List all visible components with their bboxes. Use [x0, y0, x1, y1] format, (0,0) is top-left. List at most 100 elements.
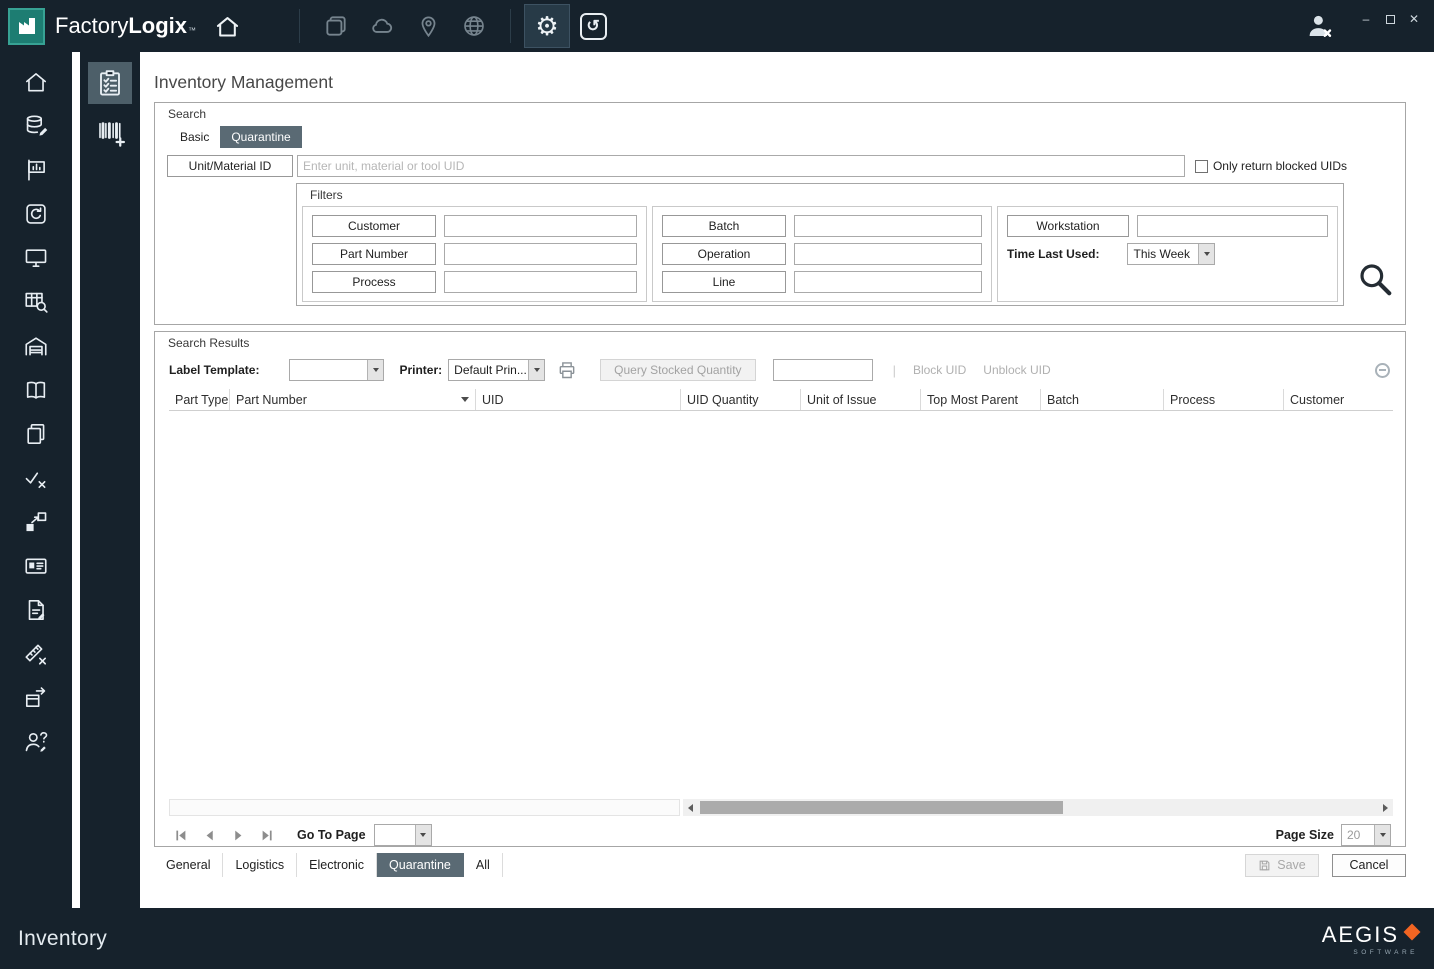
filter-customer-input[interactable] [444, 215, 637, 237]
close-button[interactable]: ✕ [1404, 10, 1424, 28]
label-template-label: Label Template: [169, 363, 260, 377]
sidebar-item-production[interactable] [21, 156, 51, 184]
remove-icon[interactable] [1375, 362, 1390, 378]
filter-operation-button[interactable]: Operation [662, 243, 786, 265]
globe-button[interactable] [451, 4, 497, 48]
sidebar-item-id-card[interactable] [21, 552, 51, 580]
filter-line-button[interactable]: Line [662, 271, 786, 293]
user-logout-button[interactable] [1304, 11, 1334, 41]
print-label-button[interactable] [557, 360, 577, 380]
scroll-right-button[interactable] [1378, 799, 1393, 816]
copy-icon [27, 423, 45, 445]
sidebar-item-user-support[interactable] [21, 728, 51, 756]
filter-part-number-button[interactable]: Part Number [312, 243, 436, 265]
filter-customer-button[interactable]: Customer [312, 215, 436, 237]
filter-process-button[interactable]: Process [312, 271, 436, 293]
sidebar-item-copy[interactable] [21, 420, 51, 448]
block-uid-button[interactable]: Block UID [913, 363, 966, 377]
go-to-page-combobox[interactable] [373, 824, 432, 846]
column-header-customer[interactable]: Customer [1284, 389, 1393, 410]
label-template-combobox[interactable] [289, 359, 385, 381]
unit-search-row: Unit/Material ID Only return blocked UID… [167, 155, 1347, 177]
filter-batch-input[interactable] [794, 215, 982, 237]
filter-batch-button[interactable]: Batch [662, 215, 786, 237]
first-page-button[interactable] [169, 827, 191, 843]
time-last-used-combobox[interactable]: This Week [1127, 243, 1216, 265]
sidebar-item-shipping[interactable] [21, 684, 51, 712]
column-header-unit-of-issue[interactable]: Unit of Issue [801, 389, 921, 410]
minimize-button[interactable]: – [1356, 10, 1376, 28]
query-stocked-quantity-button[interactable]: Query Stocked Quantity [600, 359, 756, 381]
location-button[interactable] [405, 4, 451, 48]
column-header-batch[interactable]: Batch [1041, 389, 1164, 410]
page-size-value: 20 [1347, 828, 1361, 842]
sidebar-item-materials[interactable] [21, 112, 51, 140]
search-groupbox-title: Search [168, 107, 207, 121]
tab-electronic[interactable]: Electronic [297, 853, 378, 877]
tab-all[interactable]: All [464, 853, 503, 877]
last-page-button[interactable] [256, 827, 278, 843]
printer-combobox[interactable]: Default Prin... [448, 359, 546, 381]
page-size-group: Page Size 20 [1276, 824, 1391, 846]
unblock-uid-button[interactable]: Unblock UID [983, 363, 1050, 377]
column-header-uid[interactable]: UID [476, 389, 681, 410]
next-page-button[interactable] [227, 827, 249, 843]
scrollbar-thumb[interactable] [700, 801, 1063, 814]
cancel-button[interactable]: Cancel [1332, 853, 1406, 877]
column-header-process[interactable]: Process [1164, 389, 1284, 410]
column-header-uid-quantity[interactable]: UID Quantity [681, 389, 801, 410]
filter-workstation-button[interactable]: Workstation [1007, 215, 1129, 237]
filters-row: Filters Customer Part Number Process Bat… [296, 183, 1405, 306]
combo-arrow-button[interactable] [1198, 244, 1215, 264]
scroll-left-button[interactable] [683, 799, 698, 816]
combo-arrow-button[interactable] [367, 360, 384, 380]
history-button[interactable]: ↺ [570, 4, 616, 48]
subbar-item-barcode[interactable] [88, 112, 132, 154]
maximize-button[interactable] [1380, 10, 1400, 28]
column-header-part-type[interactable]: Part Type [169, 389, 230, 410]
clipboard-check-icon [100, 70, 120, 96]
combo-arrow-button[interactable] [1374, 825, 1390, 845]
tab-quarantine[interactable]: Quarantine [220, 126, 302, 148]
tab-general[interactable]: General [154, 853, 224, 877]
save-button[interactable]: Save [1245, 853, 1319, 877]
tab-logistics[interactable]: Logistics [223, 853, 298, 877]
previous-page-button[interactable] [198, 827, 220, 843]
horizontal-scrollbar[interactable] [683, 799, 1393, 816]
combo-arrow-button[interactable] [414, 825, 431, 845]
sidebar-item-warehouse[interactable] [21, 332, 51, 360]
frozen-scroll-track[interactable] [169, 799, 680, 816]
sidebar-item-workstation[interactable] [21, 244, 51, 272]
sidebar-item-home[interactable] [21, 68, 51, 96]
sidebar-item-inventory-search[interactable] [21, 288, 51, 316]
sidebar-item-validation[interactable] [21, 464, 51, 492]
unit-material-id-button[interactable]: Unit/Material ID [167, 155, 293, 177]
page-size-combobox[interactable]: 20 [1341, 824, 1391, 846]
filter-process-input[interactable] [444, 271, 637, 293]
user-logout-icon [1309, 15, 1332, 37]
filter-line-input[interactable] [794, 271, 982, 293]
combo-arrow-button[interactable] [528, 360, 545, 380]
unit-uid-input[interactable] [297, 155, 1185, 177]
tab-quarantine-bottom[interactable]: Quarantine [377, 853, 464, 877]
sidebar-item-documentation[interactable] [21, 376, 51, 404]
column-header-part-number[interactable]: Part Number [230, 389, 476, 410]
sidebar-item-work-instructions[interactable] [21, 596, 51, 624]
filter-part-number-input[interactable] [444, 243, 637, 265]
sidebar-item-transfer[interactable] [21, 508, 51, 536]
cloud-button[interactable] [359, 4, 405, 48]
sidebar-item-nonconformance[interactable] [21, 640, 51, 668]
filter-workstation-input[interactable] [1137, 215, 1328, 237]
layers-button[interactable] [313, 4, 359, 48]
filter-operation-input[interactable] [794, 243, 982, 265]
subbar-item-audit[interactable] [88, 62, 132, 104]
settings-button[interactable]: ⚙ [524, 4, 571, 48]
tab-basic[interactable]: Basic [169, 126, 220, 148]
sidebar-item-repair[interactable] [21, 200, 51, 228]
go-to-page-label: Go To Page [297, 828, 366, 842]
run-search-button[interactable] [1344, 183, 1405, 306]
only-blocked-checkbox[interactable] [1194, 159, 1208, 173]
stocked-quantity-input[interactable] [772, 359, 873, 381]
column-header-top-most-parent[interactable]: Top Most Parent [921, 389, 1041, 410]
home-button[interactable] [214, 13, 241, 40]
